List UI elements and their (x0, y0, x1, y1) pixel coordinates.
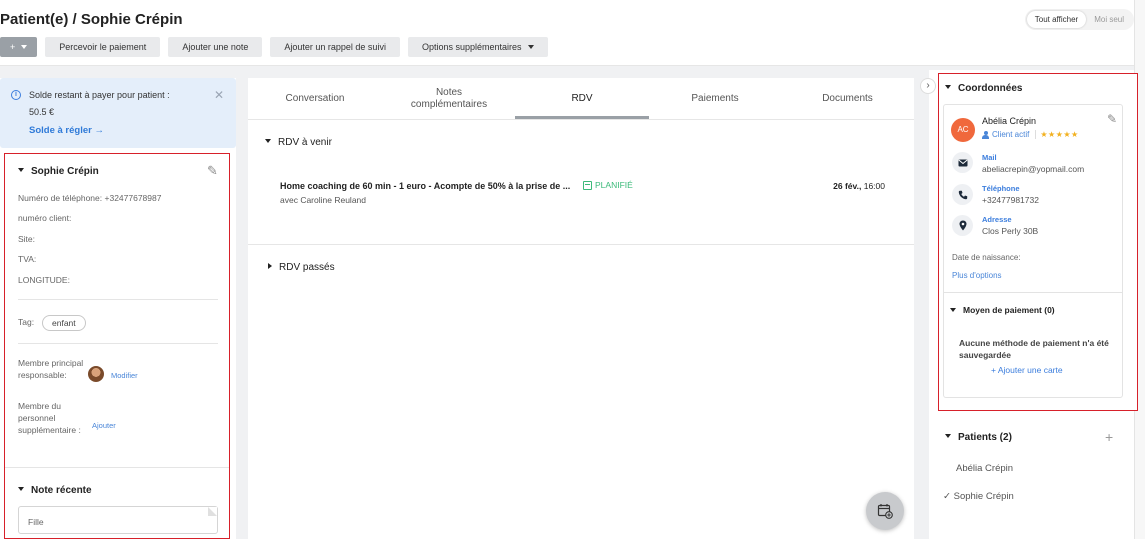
chevron-down-icon (21, 45, 28, 49)
caret-down-icon (265, 139, 271, 144)
tab-documents[interactable]: Documents (781, 78, 914, 120)
toolbar: + Percevoir le paiement Ajouter une note… (0, 37, 548, 57)
main-member-label: Membre principal responsable: (18, 358, 84, 380)
rating-stars: ★★★★★ (1035, 130, 1078, 139)
edit-pencil-icon[interactable]: ✎ (1107, 112, 1117, 126)
add-note-button[interactable]: Ajouter une note (168, 37, 263, 57)
contact-panel: Coordonnées AC Abélia Crépin ✎ Client ac… (938, 73, 1138, 411)
settle-balance-link[interactable]: Solde à régler → (29, 125, 104, 136)
mail-label: Mail (982, 153, 997, 162)
extra-staff-label: Membre du personnel supplémentaire : (18, 401, 81, 435)
location-pin-icon (952, 215, 973, 236)
contact-heading[interactable]: Coordonnées (945, 83, 1022, 94)
only-me-toggle[interactable]: Moi seul (1086, 11, 1132, 28)
patient-name-heading[interactable]: Sophie Crépin (18, 166, 99, 177)
divider (18, 299, 218, 300)
add-patient-icon[interactable]: + (1105, 429, 1113, 445)
patient-item[interactable]: Abélia Crépin (956, 463, 1013, 474)
client-status: Client actif ★★★★★ (982, 130, 1079, 139)
add-reminder-button[interactable]: Ajouter un rappel de suivi (270, 37, 400, 57)
recent-note-input[interactable]: Fille (18, 506, 218, 534)
payment-method-heading[interactable]: Moyen de paiement (0) (950, 305, 1055, 315)
contact-name: Abélia Crépin (982, 116, 1037, 126)
tab-bar: Conversation Notes complémentaires RDV P… (248, 78, 914, 120)
person-icon (982, 130, 989, 139)
calendar-add-icon (877, 504, 893, 519)
caret-down-icon (18, 487, 24, 492)
address-label: Adresse (982, 215, 1012, 224)
tag-label: Tag: (18, 317, 35, 327)
patient-details-panel: Sophie Crépin ✎ Numéro de téléphone: +32… (4, 153, 230, 539)
phone-icon (952, 184, 973, 205)
balance-alert: i Solde restant à payer pour patient : 5… (0, 78, 236, 148)
modify-member-link[interactable]: Modifier (111, 371, 138, 380)
show-all-toggle[interactable]: Tout afficher (1026, 11, 1087, 28)
phone-field: Numéro de téléphone: +32477678987 (18, 193, 162, 203)
view-toggle: Tout afficher Moi seul (1024, 9, 1134, 30)
birth-date-label: Date de naissance: (952, 253, 1021, 262)
tab-payments[interactable]: Paiements (648, 78, 782, 120)
patient-item[interactable]: ✓ Sophie Crépin (943, 491, 1014, 502)
page-title: Patient(e) / Sophie Crépin (0, 11, 183, 28)
site-field: Site: (18, 234, 36, 244)
add-menu-button[interactable]: + (0, 37, 38, 57)
address-value: Clos Perly 30B (982, 226, 1039, 236)
caret-down-icon (945, 85, 951, 90)
balance-amount: 50.5 € (29, 107, 55, 117)
upcoming-appointments-heading[interactable]: RDV à venir (265, 137, 332, 148)
patients-heading[interactable]: Patients (2) (945, 432, 1012, 443)
tag-pill[interactable]: enfant (42, 315, 86, 331)
mail-value[interactable]: abeliacrepin@yopmail.com (982, 164, 1084, 174)
longitude-field: LONGITUDE: (18, 275, 70, 285)
client-number-field: numéro client: (18, 213, 72, 223)
add-card-link[interactable]: + Ajouter une carte (991, 365, 1063, 375)
collect-payment-button[interactable]: Percevoir le paiement (45, 37, 161, 57)
arrow-right-icon: → (94, 125, 104, 136)
collapse-panel-icon[interactable]: › (920, 78, 936, 94)
chevron-down-icon (527, 45, 534, 49)
more-options-button[interactable]: Options supplémentaires (407, 37, 548, 57)
new-appointment-button[interactable] (866, 492, 904, 530)
past-appointments-heading[interactable]: RDV passés (268, 262, 335, 273)
appointment-title: Home coaching de 60 min - 1 euro - Acomp… (280, 181, 571, 191)
phone-value[interactable]: +32477981732 (982, 195, 1039, 205)
page-header: Patient(e) / Sophie Crépin + Percevoir l… (0, 0, 1134, 66)
edit-pencil-icon[interactable]: ✎ (207, 163, 218, 179)
caret-right-icon (268, 263, 272, 270)
left-panel: i Solde restant à payer pour patient : 5… (0, 78, 236, 539)
balance-label: Solde restant à payer pour patient : (29, 90, 170, 100)
contact-card: AC Abélia Crépin ✎ Client actif ★★★★★ Ma… (943, 104, 1123, 398)
divider (944, 292, 1122, 293)
appointment-practitioner: avec Caroline Reuland (280, 195, 366, 205)
caret-down-icon (18, 168, 24, 173)
active-tab-indicator (515, 116, 649, 119)
appointment-datetime: 26 fév., 16:00 (833, 181, 885, 191)
divider (5, 467, 229, 468)
tab-additional-notes[interactable]: Notes complémentaires (382, 78, 516, 120)
avatar (88, 366, 104, 382)
caret-down-icon (950, 307, 956, 312)
divider (248, 244, 914, 245)
check-icon: ✓ (943, 491, 951, 502)
close-icon[interactable]: ✕ (214, 88, 224, 102)
caret-down-icon (945, 434, 951, 439)
divider (18, 343, 218, 344)
more-options-link[interactable]: Plus d'options (952, 271, 1002, 280)
calendar-icon (583, 180, 592, 190)
note-fold-icon (208, 507, 217, 516)
recent-note-heading[interactable]: Note récente (18, 485, 92, 496)
no-payment-method-text: Aucune méthode de paiement n'a été sauve… (959, 338, 1109, 360)
mail-icon (952, 152, 973, 173)
info-icon: i (11, 90, 21, 100)
tab-conversation[interactable]: Conversation (248, 78, 382, 120)
vat-field: TVA: (18, 254, 37, 264)
phone-label: Téléphone (982, 184, 1020, 193)
status-badge: PLANIFIÉ (583, 180, 633, 190)
add-staff-link[interactable]: Ajouter (92, 421, 116, 430)
avatar: AC (951, 118, 975, 142)
center-panel: Conversation Notes complémentaires RDV P… (248, 78, 914, 539)
tab-appointments[interactable]: RDV (515, 78, 649, 120)
